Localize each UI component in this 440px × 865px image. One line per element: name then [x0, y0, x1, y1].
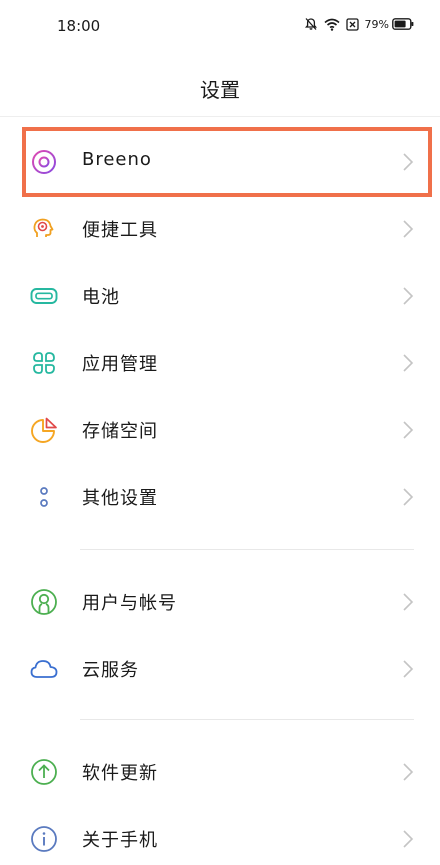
settings-item-label: 便捷工具: [82, 220, 158, 241]
breeno-icon: [30, 148, 58, 176]
settings-item-breeno[interactable]: Breeno: [0, 128, 440, 194]
chevron-right-icon: [403, 287, 414, 305]
page-title: 设置: [200, 78, 240, 102]
mute-bell-icon: [304, 17, 318, 31]
settings-item-label: 存储空间: [82, 421, 158, 442]
battery-percent: 79%: [364, 17, 389, 31]
settings-item-apps[interactable]: 应用管理: [0, 329, 440, 395]
settings-item-label: 电池: [82, 287, 120, 308]
settings-item-label: 用户与帐号: [82, 593, 177, 614]
more-icon: [30, 483, 58, 511]
battery-icon: [30, 282, 58, 310]
settings-item-tools[interactable]: 便捷工具: [0, 195, 440, 261]
settings-item-label: Breeno: [82, 149, 152, 170]
settings-item-label: 软件更新: [82, 763, 158, 784]
chevron-right-icon: [403, 593, 414, 611]
settings-item-software-update[interactable]: 软件更新: [0, 738, 440, 804]
settings-item-battery[interactable]: 电池: [0, 262, 440, 328]
chevron-right-icon: [403, 830, 414, 848]
chevron-right-icon: [403, 660, 414, 678]
chevron-right-icon: [403, 354, 414, 372]
cloud-icon: [30, 655, 58, 683]
settings-item-user-account[interactable]: 用户与帐号: [0, 568, 440, 634]
settings-screen: 18:00 79% 设置 Breeno 便捷工具 电池 应用管理 存储空间 其他…: [0, 0, 440, 865]
status-icons: 79%: [304, 17, 414, 31]
section-divider: [80, 549, 414, 550]
chevron-right-icon: [403, 421, 414, 439]
section-divider: [80, 719, 414, 720]
chevron-right-icon: [403, 153, 414, 171]
storage-icon: [30, 416, 58, 444]
close-box-icon: [345, 17, 359, 31]
tools-icon: [30, 215, 58, 243]
user-icon: [30, 588, 58, 616]
info-icon: [30, 825, 58, 853]
battery-icon: [392, 18, 414, 30]
wifi-icon: [324, 18, 340, 31]
settings-item-other[interactable]: 其他设置: [0, 463, 440, 529]
title-divider: [0, 116, 440, 117]
settings-item-cloud[interactable]: 云服务: [0, 635, 440, 701]
apps-icon: [30, 349, 58, 377]
chevron-right-icon: [403, 220, 414, 238]
settings-item-label: 云服务: [82, 660, 139, 681]
settings-item-about-phone[interactable]: 关于手机: [0, 805, 440, 865]
chevron-right-icon: [403, 488, 414, 506]
settings-item-label: 关于手机: [82, 830, 158, 851]
update-icon: [30, 758, 58, 786]
status-bar: 18:00 79%: [0, 0, 440, 54]
settings-item-label: 应用管理: [82, 354, 158, 375]
settings-item-storage[interactable]: 存储空间: [0, 396, 440, 462]
status-time: 18:00: [57, 17, 101, 35]
chevron-right-icon: [403, 763, 414, 781]
settings-item-label: 其他设置: [82, 488, 158, 509]
battery-status: 79%: [365, 18, 414, 31]
